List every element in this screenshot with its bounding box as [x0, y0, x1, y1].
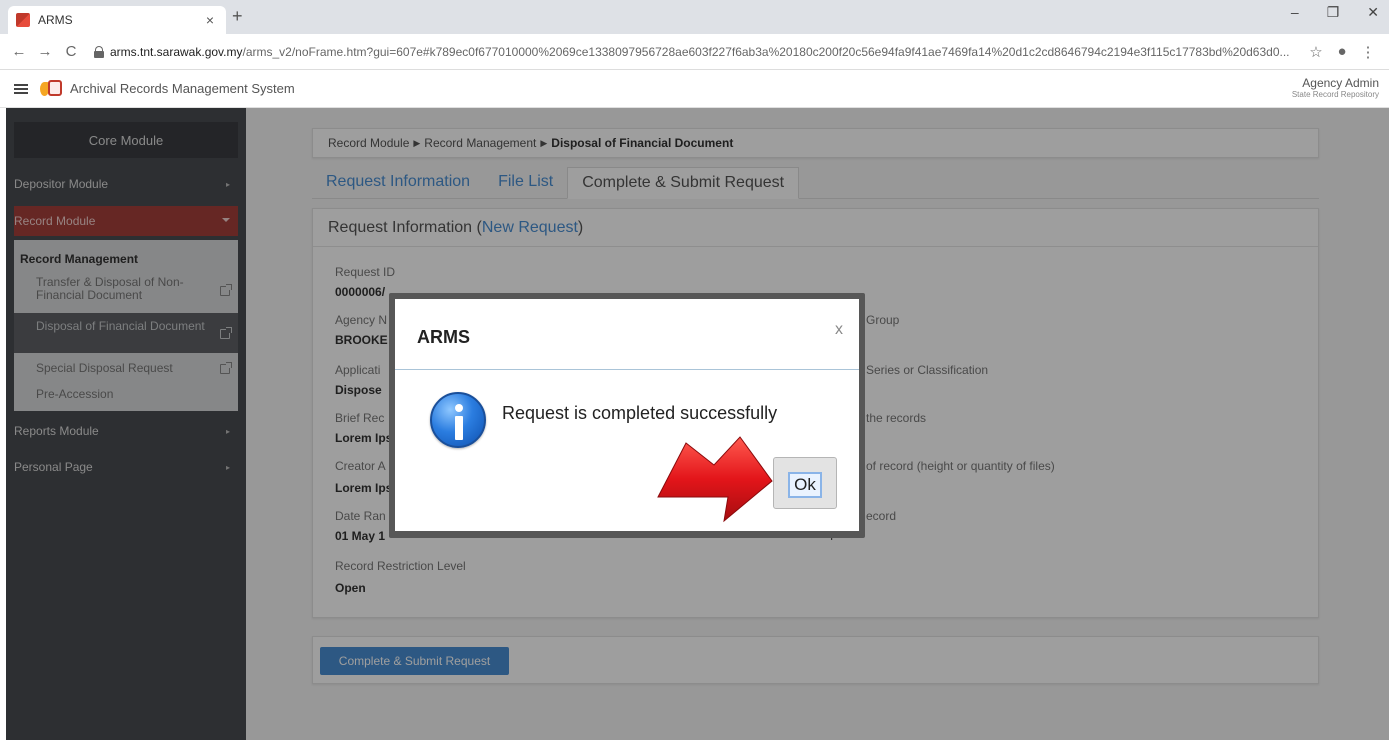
dialog-divider: [395, 369, 859, 370]
forward-icon[interactable]: →: [34, 43, 56, 60]
restore-icon[interactable]: ❐: [1327, 4, 1340, 21]
tab-title: ARMS: [38, 13, 73, 27]
user-info[interactable]: Agency Admin State Record Repository: [1292, 76, 1379, 99]
url-path: /arms_v2/noFrame.htm?gui=607e#k789ec0f67…: [242, 44, 1290, 59]
url-host: arms.tnt.sarawak.gov.my: [110, 44, 243, 59]
close-icon[interactable]: x: [835, 321, 843, 339]
reload-icon[interactable]: C: [60, 43, 82, 60]
address-bar: ← → C arms.tnt.sarawak.gov.my/arms_v2/no…: [0, 34, 1389, 70]
dialog-body: ARMS x Request is completed successfully…: [395, 299, 859, 531]
back-icon[interactable]: ←: [8, 43, 30, 60]
bookmark-star-icon[interactable]: ☆: [1303, 43, 1329, 61]
arms-dialog: ARMS x Request is completed successfully…: [389, 293, 865, 538]
arms-logo-icon: [40, 78, 64, 100]
profile-icon[interactable]: ●: [1329, 43, 1355, 60]
browser-menu-icon[interactable]: ⋮: [1355, 43, 1381, 61]
close-window-icon[interactable]: ✕: [1367, 4, 1379, 21]
app-title: Archival Records Management System: [70, 81, 295, 96]
window-controls: – ❐ ✕: [1291, 4, 1379, 21]
lock-icon: [94, 45, 104, 58]
arms-favicon-icon: [16, 13, 30, 27]
hamburger-menu-icon[interactable]: [14, 83, 28, 94]
dialog-message: Request is completed successfully: [502, 403, 778, 423]
browser-tab-bar: ARMS × + – ❐ ✕: [0, 0, 1389, 34]
ok-button-label: Ok: [788, 472, 822, 498]
url-field[interactable]: arms.tnt.sarawak.gov.my/arms_v2/noFrame.…: [110, 45, 1303, 59]
dialog-title: ARMS: [417, 327, 470, 347]
tab-close-icon[interactable]: ×: [202, 12, 218, 28]
red-arrow-icon: [657, 436, 773, 523]
app-header: Archival Records Management System Agenc…: [0, 70, 1389, 108]
ok-button[interactable]: Ok: [773, 457, 837, 509]
minimize-icon[interactable]: –: [1291, 4, 1299, 21]
user-role: State Record Repository: [1291, 90, 1379, 99]
browser-tab[interactable]: ARMS ×: [8, 6, 226, 34]
user-name: Agency Admin: [1302, 76, 1379, 90]
info-icon: [430, 392, 486, 448]
new-tab-button[interactable]: +: [232, 6, 243, 27]
